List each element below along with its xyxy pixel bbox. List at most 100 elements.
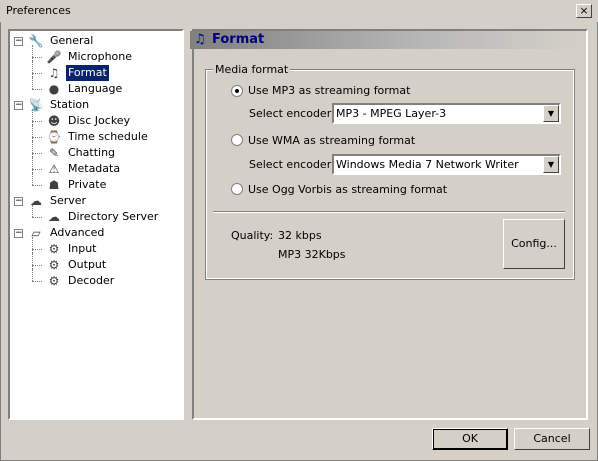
tree-connector	[32, 265, 42, 266]
tree-connector	[32, 237, 33, 253]
tree-item-label: Language	[68, 82, 123, 95]
tree-item-input[interactable]: ⚙ Input	[10, 237, 182, 257]
tree-item-advanced[interactable]: − ▱ Advanced	[10, 225, 182, 241]
metadata-icon: ⚠	[48, 162, 60, 176]
decoder-gear-icon: ⚙	[48, 274, 60, 288]
cancel-button-label: Cancel	[533, 432, 571, 445]
tree-connector	[32, 45, 33, 61]
mp3-encoder-label: Select encoder:	[249, 107, 335, 120]
tree-connector	[32, 125, 33, 141]
music-note-icon: ♫	[48, 66, 60, 80]
tree-item-label: Chatting	[68, 146, 116, 159]
panel-title: Format	[212, 32, 265, 47]
tree-item-label: Station	[50, 98, 90, 111]
wma-encoder-value: Windows Media 7 Network Writer	[336, 158, 519, 171]
tree-item-label: Disc Jockey	[68, 114, 131, 127]
advanced-icon: ▱	[31, 226, 41, 240]
tree-connector	[32, 169, 42, 170]
tree-item-label: Advanced	[50, 226, 105, 239]
tree-connector	[32, 61, 33, 77]
tree-item-server[interactable]: − ☁ Server	[10, 193, 182, 209]
collapse-toggle-icon[interactable]: −	[14, 37, 23, 46]
tree-item-label: Directory Server	[68, 210, 159, 223]
quality-label: Quality:	[231, 229, 274, 242]
tree-connector	[32, 185, 42, 186]
wma-encoder-select[interactable]: Windows Media 7 Network Writer ▼	[332, 154, 561, 175]
tree-item-label: Decoder	[68, 274, 115, 287]
config-button[interactable]: Config...	[503, 219, 565, 269]
wma-radio-label[interactable]: Use WMA as streaming format	[248, 134, 415, 148]
close-button[interactable]: ×	[576, 4, 592, 18]
quality-description: MP3 32Kbps	[278, 248, 346, 261]
tree-item-label: General	[50, 34, 94, 47]
tree-connector	[32, 57, 42, 58]
collapse-toggle-icon[interactable]: −	[14, 101, 23, 110]
tree-item-station[interactable]: − 📡 Station	[10, 97, 182, 113]
tree-item-general[interactable]: − 🔧 General	[10, 33, 182, 49]
tree-connector	[32, 249, 42, 250]
mp3-radio[interactable]	[231, 85, 243, 97]
tree-connector	[32, 269, 33, 281]
tree-item-label: Input	[68, 242, 97, 255]
server-icon: ☁	[30, 194, 42, 208]
window-title: Preferences	[6, 4, 71, 17]
mp3-encoder-value: MP3 - MPEG Layer-3	[336, 107, 447, 120]
chevron-down-icon[interactable]: ▼	[543, 156, 559, 173]
general-icon: 🔧	[28, 34, 44, 48]
tree-connector	[32, 173, 33, 185]
group-label: Media format	[213, 63, 291, 76]
tree-connector	[32, 109, 33, 125]
tree-item-label: Format	[66, 65, 109, 81]
tree-item-label: Microphone	[68, 50, 133, 63]
title-bar	[0, 0, 598, 22]
tree-item-private[interactable]: ☗ Private	[10, 173, 182, 193]
category-tree[interactable]: − 🔧 General 🎤 Microphone ♫ Format ● Language − 📡 St…	[8, 29, 184, 420]
tree-item-time-schedule[interactable]: ⌚ Time schedule	[10, 125, 182, 145]
tree-connector	[32, 137, 42, 138]
quality-value: 32 kbps	[278, 229, 322, 242]
tree-connector	[32, 77, 33, 89]
tree-item-label: Server	[50, 194, 87, 207]
tree-item-format[interactable]: ♫ Format	[10, 61, 182, 81]
mp3-radio-label[interactable]: Use MP3 as streaming format	[248, 84, 410, 98]
tree-item-label: Metadata	[68, 162, 121, 175]
wma-radio[interactable]	[231, 134, 243, 146]
ogg-radio[interactable]	[231, 183, 243, 195]
station-icon: 📡	[28, 98, 44, 112]
cancel-button[interactable]: Cancel	[514, 428, 590, 450]
ok-button-label: OK	[462, 432, 478, 445]
mp3-encoder-select[interactable]: MP3 - MPEG Layer-3 ▼	[332, 103, 561, 124]
tree-item-language[interactable]: ● Language	[10, 77, 182, 97]
tree-connector	[32, 153, 42, 154]
tree-connector	[32, 253, 33, 269]
chevron-down-icon[interactable]: ▼	[543, 105, 559, 122]
tree-connector	[32, 121, 42, 122]
tree-connector	[32, 217, 42, 218]
tree-item-label: Output	[68, 258, 107, 271]
tree-item-metadata[interactable]: ⚠ Metadata	[10, 157, 182, 177]
ok-button[interactable]: OK	[432, 428, 508, 450]
tree-item-output[interactable]: ⚙ Output	[10, 253, 182, 273]
private-icon: ☗	[48, 178, 60, 192]
tree-item-chatting[interactable]: ✎ Chatting	[10, 141, 182, 161]
tree-connector	[32, 89, 42, 90]
wma-encoder-label: Select encoder:	[249, 158, 335, 171]
tree-item-label: Private	[68, 178, 107, 191]
tree-item-microphone[interactable]: 🎤 Microphone	[10, 45, 182, 65]
collapse-toggle-icon[interactable]: −	[14, 197, 23, 206]
tree-item-disc-jockey[interactable]: ☻ Disc Jockey	[10, 109, 182, 129]
collapse-toggle-icon[interactable]: −	[14, 229, 23, 238]
tree-connector	[32, 157, 33, 173]
ogg-radio-label[interactable]: Use Ogg Vorbis as streaming format	[248, 183, 447, 197]
microphone-icon: 🎤	[46, 50, 62, 64]
tree-connector	[32, 73, 42, 74]
tree-connector	[32, 205, 33, 217]
tree-connector	[32, 281, 42, 282]
disc-jockey-icon: ☻	[47, 114, 61, 128]
tree-item-decoder[interactable]: ⚙ Decoder	[10, 269, 182, 289]
directory-server-icon: ☁	[48, 210, 60, 224]
separator-highlight	[213, 212, 565, 213]
chat-icon: ✎	[48, 146, 60, 160]
tree-item-directory-server[interactable]: ☁ Directory Server	[10, 205, 182, 225]
output-gear-icon: ⚙	[48, 258, 60, 272]
